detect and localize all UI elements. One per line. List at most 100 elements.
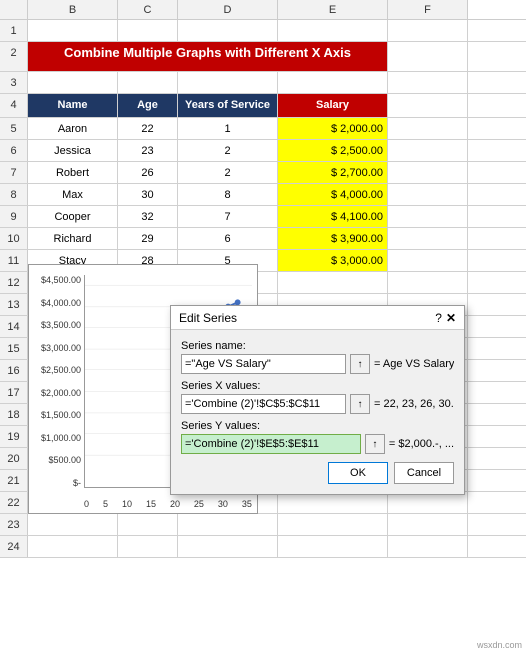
cell-f9[interactable] bbox=[388, 206, 468, 227]
cell-salary-10[interactable]: $ 3,900.00 bbox=[278, 228, 388, 249]
x-label-0: 0 bbox=[84, 499, 89, 509]
cell-age-8[interactable]: 30 bbox=[118, 184, 178, 205]
cell-name-9[interactable]: Cooper bbox=[28, 206, 118, 227]
cell-years-8[interactable]: 8 bbox=[178, 184, 278, 205]
row-num-6: 6 bbox=[0, 140, 28, 161]
cell-f5[interactable] bbox=[388, 118, 468, 139]
row-2: 2 Combine Multiple Graphs with Different… bbox=[0, 42, 526, 72]
row-5: 5 Aaron 22 1 $ 2,000.00 bbox=[0, 118, 526, 140]
series-y-label: Series Y values: bbox=[181, 420, 454, 432]
col-header-c: C bbox=[118, 0, 178, 19]
cell-age-9[interactable]: 32 bbox=[118, 206, 178, 227]
y-label-3500: $3,500.00 bbox=[41, 320, 81, 330]
cell-f8[interactable] bbox=[388, 184, 468, 205]
cell-years-7[interactable]: 2 bbox=[178, 162, 278, 183]
dialog-buttons: OK Cancel bbox=[181, 462, 454, 484]
cell-age-6[interactable]: 23 bbox=[118, 140, 178, 161]
cell-c1[interactable] bbox=[118, 20, 178, 41]
cell-salary-5[interactable]: $ 2,000.00 bbox=[278, 118, 388, 139]
cell-b1[interactable] bbox=[28, 20, 118, 41]
x-label-30: 30 bbox=[218, 499, 228, 509]
row-num-7: 7 bbox=[0, 162, 28, 183]
cell-salary-7[interactable]: $ 2,700.00 bbox=[278, 162, 388, 183]
y-label-500: $500.00 bbox=[48, 455, 81, 465]
close-button[interactable]: ✕ bbox=[446, 311, 456, 325]
series-x-input[interactable] bbox=[181, 394, 346, 414]
corner-cell bbox=[0, 0, 28, 19]
cell-c3[interactable] bbox=[118, 72, 178, 93]
series-name-row: Series name: ↑ = Age VS Salary bbox=[181, 340, 454, 374]
y-label-0: $- bbox=[73, 478, 81, 488]
dialog-body: Series name: ↑ = Age VS Salary Series X … bbox=[171, 330, 464, 494]
cell-b3[interactable] bbox=[28, 72, 118, 93]
y-label-1500: $1,500.00 bbox=[41, 410, 81, 420]
dialog-controls: ? ✕ bbox=[435, 311, 456, 325]
cell-f11[interactable] bbox=[388, 250, 468, 271]
cell-name-6[interactable]: Jessica bbox=[28, 140, 118, 161]
y-axis-labels: $4,500.00 $4,000.00 $3,500.00 $3,000.00 … bbox=[31, 275, 83, 488]
y-label-4500: $4,500.00 bbox=[41, 275, 81, 285]
header-salary: Salary bbox=[278, 94, 388, 117]
cancel-button[interactable]: Cancel bbox=[394, 462, 454, 484]
cell-d3[interactable] bbox=[178, 72, 278, 93]
cell-f7[interactable] bbox=[388, 162, 468, 183]
cell-years-9[interactable]: 7 bbox=[178, 206, 278, 227]
row-num-20: 20 bbox=[0, 448, 28, 469]
watermark: wsxdn.com bbox=[477, 640, 522, 650]
x-label-15: 15 bbox=[146, 499, 156, 509]
y-label-3000: $3,000.00 bbox=[41, 343, 81, 353]
row-num-11: 11 bbox=[0, 250, 28, 271]
cell-f1[interactable] bbox=[388, 20, 468, 41]
cell-name-7[interactable]: Robert bbox=[28, 162, 118, 183]
row-4-headers: 4 Name Age Years of Service Salary bbox=[0, 94, 526, 118]
col-header-b: B bbox=[28, 0, 118, 19]
cell-e1[interactable] bbox=[278, 20, 388, 41]
row-num-19: 19 bbox=[0, 426, 28, 447]
series-name-result: = Age VS Salary bbox=[374, 358, 454, 370]
cell-age-7[interactable]: 26 bbox=[118, 162, 178, 183]
help-button[interactable]: ? bbox=[435, 311, 442, 325]
cell-f2[interactable] bbox=[388, 42, 468, 71]
series-y-result: = $2,000.-, ... bbox=[389, 438, 454, 450]
col-header-e: E bbox=[278, 0, 388, 19]
series-name-arrow-btn[interactable]: ↑ bbox=[350, 354, 370, 374]
series-y-arrow-btn[interactable]: ↑ bbox=[365, 434, 385, 454]
cell-years-5[interactable]: 1 bbox=[178, 118, 278, 139]
cell-age-5[interactable]: 22 bbox=[118, 118, 178, 139]
cell-age-10[interactable]: 29 bbox=[118, 228, 178, 249]
row-num-24: 24 bbox=[0, 536, 28, 557]
x-label-5: 5 bbox=[103, 499, 108, 509]
x-label-25: 25 bbox=[194, 499, 204, 509]
cell-e3[interactable] bbox=[278, 72, 388, 93]
row-num-5: 5 bbox=[0, 118, 28, 139]
row-7: 7 Robert 26 2 $ 2,700.00 bbox=[0, 162, 526, 184]
cell-f3[interactable] bbox=[388, 72, 468, 93]
cell-years-6[interactable]: 2 bbox=[178, 140, 278, 161]
cell-f10[interactable] bbox=[388, 228, 468, 249]
ok-button[interactable]: OK bbox=[328, 462, 388, 484]
y-label-1000: $1,000.00 bbox=[41, 433, 81, 443]
cell-name-10[interactable]: Richard bbox=[28, 228, 118, 249]
cell-d1[interactable] bbox=[178, 20, 278, 41]
cell-salary-8[interactable]: $ 4,000.00 bbox=[278, 184, 388, 205]
cell-f4[interactable] bbox=[388, 94, 468, 117]
row-num-9: 9 bbox=[0, 206, 28, 227]
cell-name-5[interactable]: Aaron bbox=[28, 118, 118, 139]
cell-salary-9[interactable]: $ 4,100.00 bbox=[278, 206, 388, 227]
series-x-input-row: ↑ = 22, 23, 26, 30... bbox=[181, 394, 454, 414]
series-y-row: Series Y values: ↑ = $2,000.-, ... bbox=[181, 420, 454, 454]
series-x-arrow-btn[interactable]: ↑ bbox=[350, 394, 370, 414]
x-label-20: 20 bbox=[170, 499, 180, 509]
row-num-18: 18 bbox=[0, 404, 28, 425]
cell-f6[interactable] bbox=[388, 140, 468, 161]
series-name-input[interactable] bbox=[181, 354, 346, 374]
row-num-17: 17 bbox=[0, 382, 28, 403]
dialog-titlebar: Edit Series ? ✕ bbox=[171, 306, 464, 330]
series-y-input[interactable] bbox=[181, 434, 361, 454]
cell-salary-11[interactable]: $ 3,000.00 bbox=[278, 250, 388, 271]
cell-name-8[interactable]: Max bbox=[28, 184, 118, 205]
series-x-label: Series X values: bbox=[181, 380, 454, 392]
cell-salary-6[interactable]: $ 2,500.00 bbox=[278, 140, 388, 161]
cell-years-10[interactable]: 6 bbox=[178, 228, 278, 249]
x-label-35: 35 bbox=[242, 499, 252, 509]
